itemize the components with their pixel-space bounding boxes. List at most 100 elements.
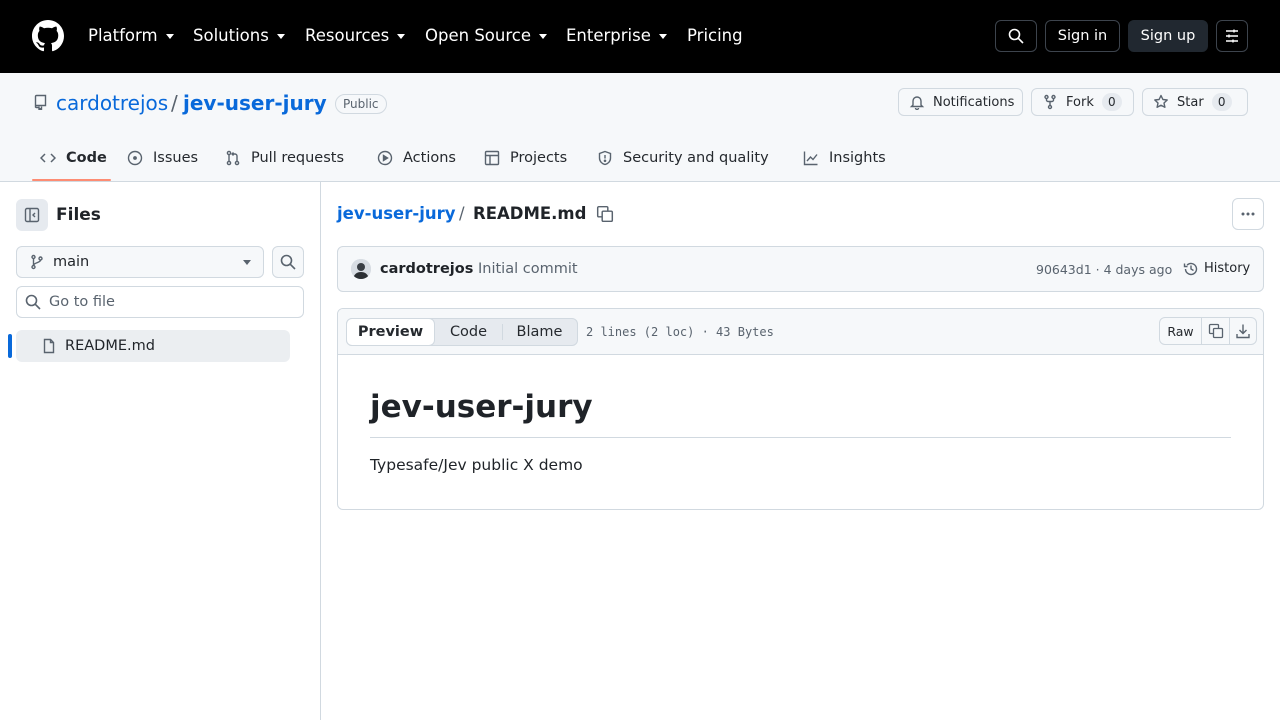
download-icon	[1235, 323, 1251, 339]
search-icon	[280, 254, 296, 270]
file-search-button[interactable]	[272, 246, 304, 278]
breadcrumb-file-name: README.md	[473, 204, 587, 223]
view-code-button[interactable]: Code	[435, 319, 502, 345]
sidebar-collapse-button[interactable]	[16, 199, 48, 231]
graph-icon	[803, 150, 819, 166]
nav-enterprise-label: Enterprise	[566, 26, 651, 45]
tab-projects-label: Projects	[510, 150, 568, 166]
shield-icon	[597, 150, 613, 166]
copy-icon	[1208, 323, 1224, 339]
file-viewer: Preview Code Blame 2 lines (2 loc) · 43 …	[337, 308, 1264, 510]
file-actions: Raw	[1159, 317, 1257, 345]
branch-name: main	[53, 254, 90, 270]
readme-heading: jev-user-jury	[370, 389, 593, 425]
tab-issues[interactable]: Issues	[127, 146, 198, 170]
more-options-button[interactable]	[1232, 198, 1264, 230]
notifications-button[interactable]: Notifications	[898, 88, 1023, 116]
readme-paragraph: Typesafe/Jev public X demo	[370, 456, 583, 474]
tree-item-label: README.md	[65, 338, 155, 354]
tab-pull-requests-label: Pull requests	[251, 150, 345, 166]
tab-pull-requests[interactable]: Pull requests	[225, 146, 344, 170]
repo-name-link[interactable]: jev-user-jury	[183, 90, 327, 116]
tab-actions-label: Actions	[403, 150, 456, 166]
triangle-down-icon	[165, 33, 174, 39]
tab-projects[interactable]: Projects	[484, 146, 567, 170]
triangle-down-icon	[539, 33, 547, 39]
star-icon	[1153, 94, 1169, 110]
history-button[interactable]: History	[1183, 259, 1250, 279]
view-preview-button[interactable]: Preview	[346, 318, 435, 346]
file-stats: 2 lines (2 loc) · 43 Bytes	[586, 325, 774, 339]
nav-platform-label: Platform	[88, 26, 158, 45]
files-heading: Files	[56, 205, 101, 225]
raw-button[interactable]: Raw	[1159, 317, 1202, 345]
repo-icon	[32, 94, 48, 110]
triangle-down-icon	[276, 33, 285, 39]
tab-insights[interactable]: Insights	[803, 146, 886, 170]
branch-select-button[interactable]: main	[16, 246, 264, 278]
history-icon	[1183, 261, 1199, 277]
file-viewer-toolbar: Preview Code Blame 2 lines (2 loc) · 43 …	[338, 309, 1263, 355]
tab-code[interactable]: Code	[40, 146, 107, 170]
tab-code-label: Code	[66, 150, 107, 166]
sign-in-button[interactable]: Sign in	[1045, 20, 1120, 52]
fork-count: 0	[1101, 93, 1122, 111]
breadcrumb-separator: /	[459, 204, 465, 223]
copy-icon[interactable]	[596, 205, 614, 223]
repo-header: cardotrejos / jev-user-jury Public Notif…	[0, 73, 1280, 182]
star-label: Star	[1177, 94, 1204, 110]
nav-open-source[interactable]: Open Source	[425, 24, 547, 48]
view-blame-button[interactable]: Blame	[502, 324, 576, 340]
github-logo-icon[interactable]	[32, 20, 64, 52]
tree-item-readme[interactable]: README.md	[16, 330, 290, 362]
go-to-file-input[interactable]: Go to file	[16, 286, 304, 318]
nav-pricing[interactable]: Pricing	[687, 24, 743, 48]
heading-divider	[370, 437, 1231, 438]
nav-enterprise[interactable]: Enterprise	[566, 24, 667, 48]
git-pull-request-icon	[225, 150, 241, 166]
nav-solutions[interactable]: Solutions	[193, 24, 285, 48]
commit-author[interactable]: cardotrejos	[380, 259, 473, 279]
breadcrumb-repo-link[interactable]: jev-user-jury	[337, 203, 456, 225]
active-tab-indicator	[32, 179, 111, 181]
filter-icon[interactable]	[1216, 20, 1248, 52]
search-icon[interactable]	[995, 20, 1037, 52]
tab-insights-label: Insights	[829, 150, 886, 166]
git-branch-icon	[29, 254, 45, 270]
copy-raw-button[interactable]	[1202, 317, 1230, 345]
play-icon	[377, 150, 393, 166]
sidebar-collapse-icon	[24, 207, 40, 223]
avatar[interactable]	[351, 259, 371, 279]
star-count: 0	[1211, 93, 1232, 111]
tab-security[interactable]: Security and quality	[597, 146, 769, 170]
global-header: Platform Solutions Resources Open Source…	[0, 0, 1280, 73]
code-icon	[40, 150, 56, 166]
nav-pricing-label: Pricing	[687, 26, 743, 45]
file-tree-sidebar: Files main Go to file README.md	[0, 182, 321, 720]
bell-icon	[909, 94, 925, 110]
nav-resources[interactable]: Resources	[305, 24, 406, 48]
nav-solutions-label: Solutions	[193, 26, 269, 45]
fork-label: Fork	[1066, 94, 1094, 110]
visibility-badge: Public	[335, 94, 387, 114]
download-button[interactable]	[1229, 317, 1257, 345]
sign-up-button[interactable]: Sign up	[1128, 20, 1208, 52]
tab-issues-label: Issues	[153, 150, 199, 166]
repo-owner-link[interactable]: cardotrejos	[56, 90, 168, 116]
kebab-horizontal-icon	[1240, 206, 1256, 222]
star-button[interactable]: Star 0	[1142, 88, 1248, 116]
repo-path-separator: /	[171, 91, 178, 115]
nav-platform[interactable]: Platform	[88, 24, 174, 48]
search-icon	[25, 294, 41, 310]
issue-opened-icon	[127, 150, 143, 166]
repo-forked-icon	[1042, 94, 1058, 110]
go-to-file-placeholder: Go to file	[49, 294, 115, 310]
selected-file-indicator	[8, 334, 12, 358]
tab-actions[interactable]: Actions	[377, 146, 456, 170]
fork-button[interactable]: Fork 0	[1031, 88, 1134, 116]
nav-open-source-label: Open Source	[425, 26, 531, 45]
triangle-down-icon	[658, 33, 667, 39]
commit-sha-and-time[interactable]: 90643d1 · 4 days ago	[1036, 261, 1172, 279]
file-icon	[41, 338, 57, 354]
commit-message[interactable]: Initial commit	[478, 259, 578, 279]
